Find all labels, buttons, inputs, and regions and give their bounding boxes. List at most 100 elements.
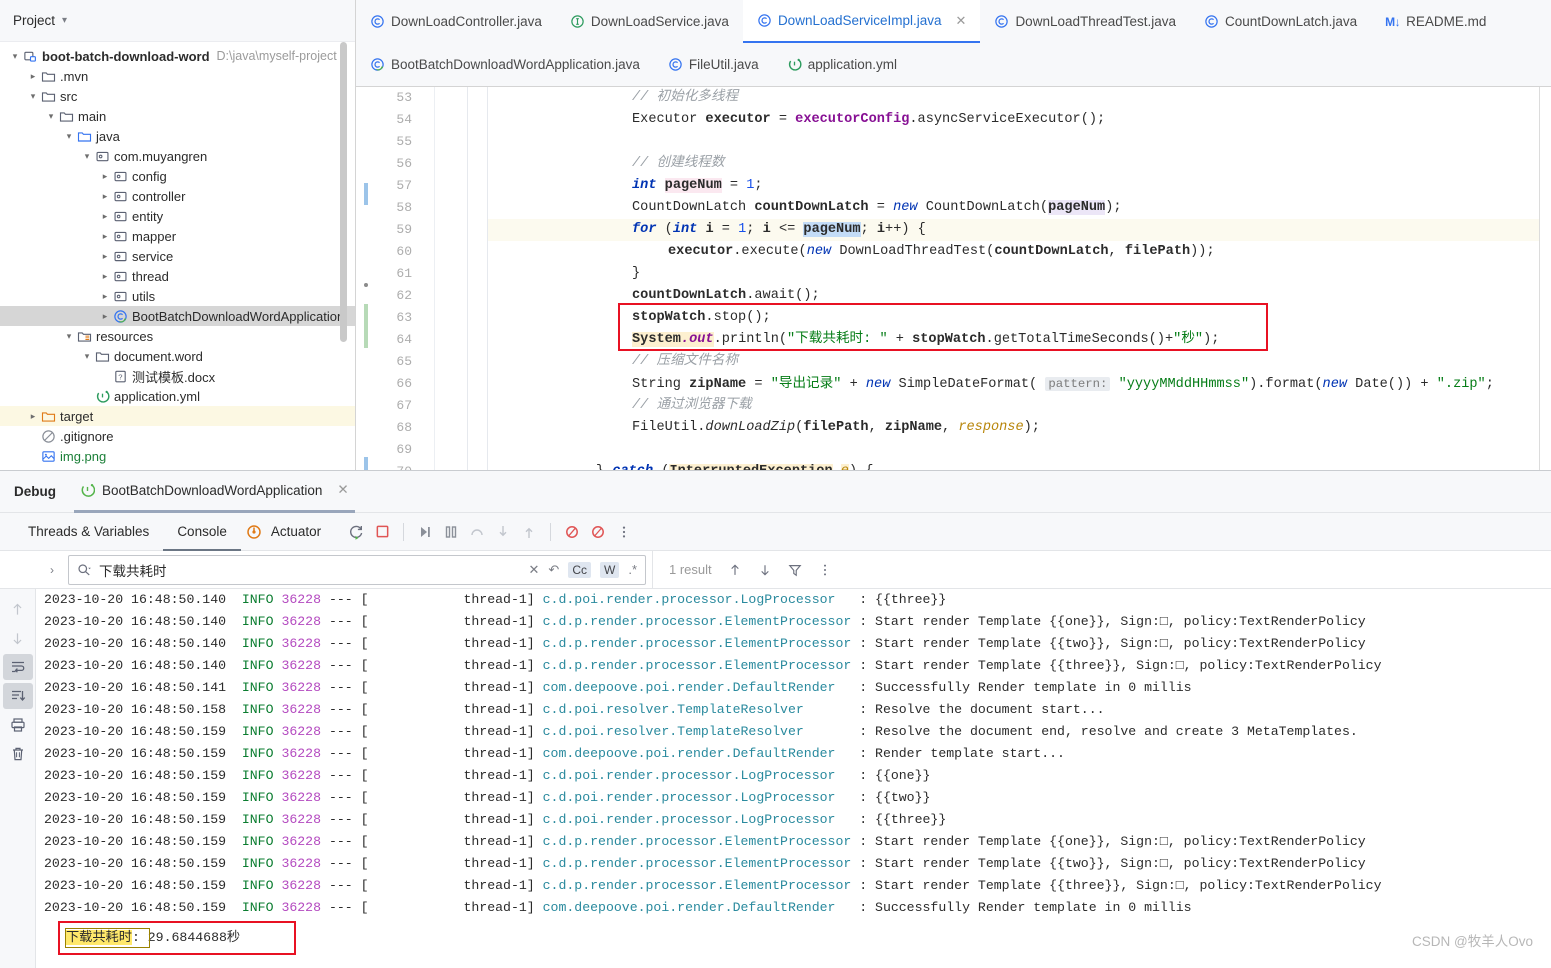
tree-node-utils[interactable]: utils [0, 286, 355, 306]
run-configuration-tab[interactable]: BootBatchDownloadWordApplication ✕ [74, 471, 355, 513]
chevron-right-icon[interactable] [98, 251, 112, 262]
print-icon[interactable] [3, 712, 33, 738]
search-history-icon[interactable]: ↶ [548, 562, 559, 578]
clear-search-icon[interactable]: ✕ [529, 562, 540, 578]
chevron-down-icon[interactable] [8, 51, 22, 62]
mute-breakpoints-icon[interactable] [585, 519, 611, 545]
prev-match-icon[interactable] [728, 563, 742, 577]
chevron-down-icon[interactable] [80, 351, 94, 362]
tree-node-controller[interactable]: controller [0, 186, 355, 206]
editor-tab-downloadserviceimpl-java[interactable]: DownLoadServiceImpl.java ✕ [742, 0, 981, 43]
view-breakpoints-icon[interactable] [559, 519, 585, 545]
java-class-icon [1204, 14, 1219, 29]
code-text[interactable]: // 初始化多线程 Executor executor = executorCon… [488, 87, 1539, 470]
pause-program-icon[interactable] [438, 519, 464, 545]
gutter-icon-column[interactable] [434, 87, 815, 470]
soft-wrap-icon[interactable] [2, 654, 33, 680]
tree-node-src[interactable]: src [0, 86, 355, 106]
tab-console[interactable]: Console [163, 513, 241, 551]
change-marker-blue-2 [364, 457, 368, 470]
console-output[interactable]: 2023-10-20 16:48:50.140 INFO 36228 --- [… [36, 589, 1551, 968]
chevron-right-icon[interactable] [98, 171, 112, 182]
chevron-down-icon[interactable]: ▾ [62, 15, 67, 26]
line-number: 62 [396, 288, 412, 303]
chevron-down-icon[interactable] [44, 111, 58, 122]
code-editor[interactable]: 53 54 55 56 57 58 59 60 61 62 63 64 65 66 67 68 69 70 // … [356, 87, 1551, 470]
resume-program-icon[interactable] [412, 519, 438, 545]
chevron-right-icon[interactable] [26, 71, 40, 82]
tree-node-com.muyangren[interactable]: com.muyangren [0, 146, 355, 166]
chevron-right-icon[interactable] [98, 271, 112, 282]
stop-icon[interactable] [369, 519, 395, 545]
scroll-to-end-icon[interactable] [2, 683, 33, 709]
tree-node-target[interactable]: target [0, 406, 355, 426]
editor-tab-downloadcontroller-java[interactable]: DownLoadController.java [356, 0, 556, 43]
editor-tab-bootbatchdownloadwordapplication-java[interactable]: BootBatchDownloadWordApplication.java [356, 43, 654, 86]
editor-scrollbar[interactable] [1539, 87, 1551, 470]
tree-node-label: java [96, 128, 120, 144]
project-tree-scrollbar[interactable] [340, 42, 347, 342]
expand-search-icon[interactable]: › [36, 563, 68, 577]
editor-tab-fileutil-java[interactable]: FileUtil.java [654, 43, 773, 86]
tab-actuator[interactable]: Actuator [267, 513, 335, 551]
chevron-right-icon[interactable] [98, 211, 112, 222]
log-level: INFO [241, 790, 274, 805]
tree-node-img.png[interactable]: img.png [0, 446, 355, 466]
chevron-right-icon[interactable] [98, 311, 112, 322]
rerun-icon[interactable] [343, 519, 369, 545]
close-icon[interactable]: ✕ [956, 13, 967, 29]
code-line: // 通过浏览器下载 [632, 398, 752, 413]
clear-all-icon[interactable] [3, 741, 33, 767]
filter-icon[interactable] [788, 563, 802, 577]
log-message: : Start render Template {{three}}, Sign:… [859, 658, 1382, 673]
log-timestamp: 2023-10-20 16:48:50.159 [44, 834, 227, 849]
tree-node-document.word[interactable]: document.word [0, 346, 355, 366]
chevron-right-icon[interactable] [26, 411, 40, 422]
code-folding-column[interactable] [468, 87, 488, 470]
editor-tab-downloadservice-java[interactable]: DownLoadService.java [556, 0, 743, 43]
match-case-toggle[interactable]: Cc [568, 561, 591, 578]
tree-node-config[interactable]: config [0, 166, 355, 186]
package-icon [112, 269, 129, 284]
console-log-line: 2023-10-20 16:48:50.140 INFO 36228 --- [… [44, 611, 1366, 633]
console-search-field[interactable]: 下载共耗时 ✕ ↶ Cc W .* [68, 554, 646, 585]
editor-tab-application-yml[interactable]: application.yml [773, 43, 911, 86]
chevron-right-icon[interactable] [98, 291, 112, 302]
tree-node-label: document.word [114, 348, 203, 364]
editor-tab-downloadthreadtest-java[interactable]: DownLoadThreadTest.java [980, 0, 1190, 43]
project-panel-header[interactable]: Project ▾ [0, 0, 355, 42]
chevron-down-icon[interactable] [62, 131, 76, 142]
log-message: : Start render Template {{one}}, Sign:□,… [859, 834, 1366, 849]
editor-tab-readme-md[interactable]: M↓ README.md [1371, 0, 1500, 43]
tree-node-resources[interactable]: resources [0, 326, 355, 346]
chevron-right-icon[interactable] [98, 191, 112, 202]
chevron-down-icon[interactable] [80, 151, 94, 162]
tree-node-.gitignore[interactable]: .gitignore [0, 426, 355, 446]
chevron-right-icon[interactable] [98, 231, 112, 242]
chevron-down-icon[interactable] [26, 91, 40, 102]
regex-toggle[interactable]: .* [628, 562, 637, 577]
close-icon[interactable]: ✕ [337, 482, 348, 498]
search-input[interactable]: 下载共耗时 [99, 560, 521, 580]
chevron-down-icon[interactable] [62, 331, 76, 342]
words-toggle[interactable]: W [600, 561, 620, 578]
more-options-icon[interactable] [611, 519, 637, 545]
editor-tab-countdownlatch-java[interactable]: CountDownLatch.java [1190, 0, 1371, 43]
next-match-icon[interactable] [758, 563, 772, 577]
tree-node-boot-batch-download-word[interactable]: boot-batch-download-word D:\java\myself-p… [0, 46, 355, 66]
tree-node-thread[interactable]: thread [0, 266, 355, 286]
tree-node-测试模板.docx[interactable]: ? 测试模板.docx [0, 366, 355, 386]
folder-icon [40, 89, 57, 104]
tree-node-entity[interactable]: entity [0, 206, 355, 226]
code-line: stopWatch.stop(); [632, 310, 771, 325]
tree-node-main[interactable]: main [0, 106, 355, 126]
tree-node-mapper[interactable]: mapper [0, 226, 355, 246]
tree-node-service[interactable]: service [0, 246, 355, 266]
search-more-icon[interactable] [818, 563, 832, 577]
tree-node-java[interactable]: java [0, 126, 355, 146]
editor-gutter[interactable]: 53 54 55 56 57 58 59 60 61 62 63 64 65 66 67 68 69 70 [356, 87, 434, 470]
tree-node-application.yml[interactable]: application.yml [0, 386, 355, 406]
tree-node-bootbatchdownloadwordapplication[interactable]: BootBatchDownloadWordApplication [0, 306, 355, 326]
tree-node-.mvn[interactable]: .mvn [0, 66, 355, 86]
tab-threads-variables[interactable]: Threads & Variables [14, 513, 163, 551]
